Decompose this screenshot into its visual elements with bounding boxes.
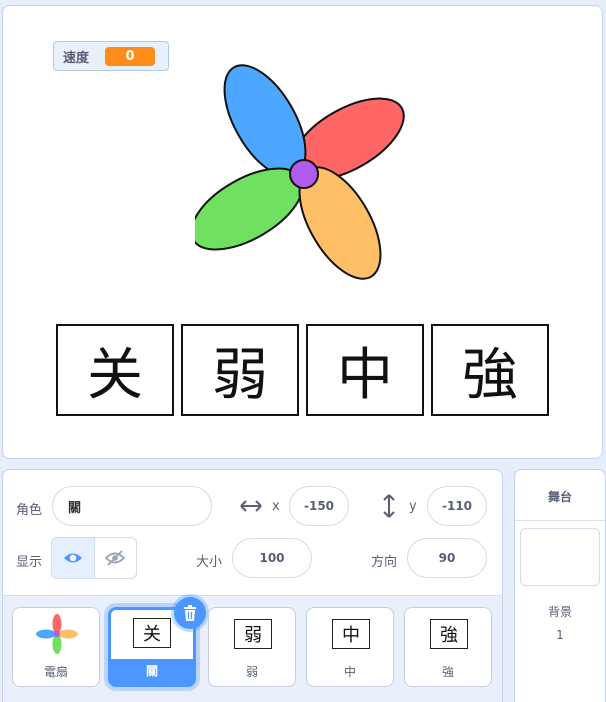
sprite-tile-name: 強: [441, 665, 454, 679]
sprite-tile-medium[interactable]: 中 中: [306, 607, 394, 687]
sprite-tile-name: 電扇: [43, 665, 68, 679]
sprite-label: 角色: [16, 503, 43, 518]
variable-monitor-speed: 速度 0: [53, 41, 169, 71]
trash-icon: [184, 605, 196, 621]
divider: [515, 520, 605, 521]
stage-canvas[interactable]: 速度 0 关 弱 中 強: [2, 5, 603, 459]
vertical-arrows-icon: [383, 494, 395, 518]
x-position-input[interactable]: -150: [289, 486, 349, 526]
backdrops-count: 1: [556, 628, 564, 642]
hide-button[interactable]: [95, 538, 137, 578]
stage-selector-panel[interactable]: 舞台 背景 1: [514, 469, 606, 702]
horizontal-arrows-icon: [240, 500, 262, 512]
x-label: x: [272, 499, 280, 514]
sprite-name-input[interactable]: 關: [52, 486, 212, 526]
show-button[interactable]: [52, 538, 95, 578]
backdrops-label: 背景: [547, 605, 572, 619]
stage-word-weak[interactable]: 弱: [181, 324, 299, 416]
stage-title: 舞台: [547, 490, 572, 504]
size-input[interactable]: 100: [232, 538, 312, 578]
delete-sprite-button[interactable]: [174, 597, 206, 629]
stage-thumbnail[interactable]: [520, 528, 600, 586]
stage-word-off[interactable]: 关: [56, 324, 174, 416]
sprite-tile-weak[interactable]: 弱 弱: [208, 607, 296, 687]
sprite-tile-name: 弱: [245, 665, 258, 679]
sprite-thumbnail: 弱: [234, 619, 272, 649]
sprite-tile-name: 關: [111, 659, 193, 684]
direction-input[interactable]: 90: [407, 538, 487, 578]
sprite-tile-name: 中: [343, 665, 356, 679]
monitor-value: 0: [105, 46, 155, 66]
stage-word-medium[interactable]: 中: [306, 324, 424, 416]
sprite-thumbnail: 強: [430, 619, 468, 649]
y-position-input[interactable]: -110: [427, 486, 487, 526]
sprite-thumbnail: 关: [133, 618, 171, 648]
show-label: 显示: [16, 555, 43, 570]
monitor-label: 速度: [63, 50, 90, 66]
size-label: 大小: [196, 555, 223, 570]
stage-word-strong[interactable]: 強: [431, 324, 549, 416]
sprite-thumbnail: 中: [332, 619, 370, 649]
eye-icon: [63, 553, 82, 563]
direction-label: 方向: [371, 555, 398, 570]
visibility-toggle: [51, 537, 137, 579]
sprite-tile-strong[interactable]: 強 強: [404, 607, 492, 687]
fan-thumbnail-icon: [36, 614, 78, 654]
fan-hub: [289, 159, 319, 189]
sprite-tile-fan[interactable]: 電扇: [12, 607, 100, 687]
eye-off-icon: [105, 550, 126, 566]
y-label: y: [409, 499, 417, 514]
fan-sprite[interactable]: [195, 61, 415, 281]
